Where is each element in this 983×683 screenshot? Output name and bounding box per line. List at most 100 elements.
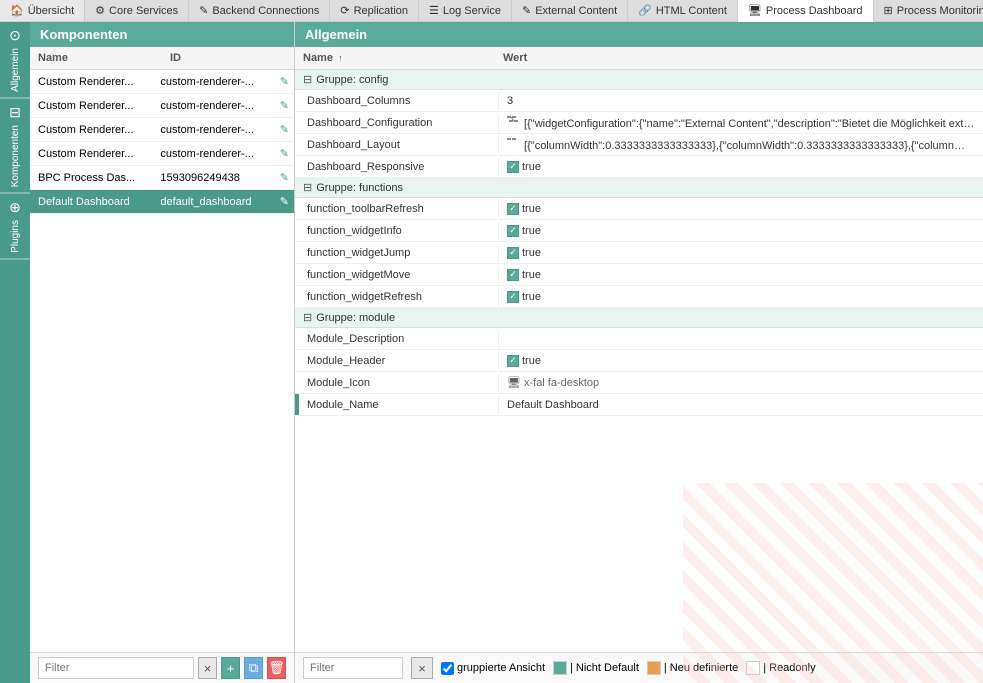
tab-process-dashboard[interactable]: 🖥 Process Dashboard (738, 0, 874, 22)
checkbox-true: ✓ true (507, 247, 541, 259)
check-icon: ✓ (507, 161, 519, 173)
right-col-name: Name ↑ (295, 50, 495, 66)
tab-bar: 🏠 Übersicht ⚙ Core Services ✎ Backend Co… (0, 0, 983, 22)
table-row[interactable]: Custom Renderer... custom-renderer-... ✎ (30, 142, 294, 166)
left-table-header: Name ID (30, 47, 294, 70)
left-delete-button[interactable]: 🗑 (267, 657, 286, 679)
neu-definierte-separator: | (664, 662, 667, 674)
tab-replication[interactable]: ⟳ Replication (330, 0, 419, 21)
checkbox-true: ✓ true (507, 355, 541, 367)
table-row[interactable]: Custom Renderer... custom-renderer-... ✎ (30, 118, 294, 142)
nav-item-allgemein[interactable]: Allgemein (10, 48, 21, 92)
main-container: ⊙ Allgemein ⊟ Komponenten ⊕ Plugins Komp… (0, 22, 983, 683)
data-row: Module_Icon 🖥 x-fal fa-desktop (295, 372, 983, 394)
nav-item-komponenten[interactable]: Komponenten (10, 125, 21, 187)
left-panel: Komponenten Name ID Custom Renderer... c… (30, 22, 295, 683)
monitor-icon: 🖥 x-fal fa-desktop (507, 376, 599, 389)
check-icon: ✓ (507, 203, 519, 215)
nicht-default-separator: | (570, 662, 573, 674)
table-row[interactable]: Custom Renderer... custom-renderer-... ✎ (30, 94, 294, 118)
content-area: Komponenten Name ID Custom Renderer... c… (30, 22, 983, 683)
check-icon: ✓ (507, 247, 519, 259)
left-filter-clear-button[interactable]: × (198, 657, 217, 679)
dashboard-icon: 🖥 (748, 4, 762, 17)
readonly-separator: | (763, 662, 766, 674)
html-icon: 🔗 (638, 4, 652, 17)
data-row: Module_Header ✓ true (295, 350, 983, 372)
checkbox-true: ✓ true (507, 269, 541, 281)
group-header-functions[interactable]: ⊟ Gruppe: functions (295, 178, 983, 198)
data-row: function_widgetInfo ✓ true (295, 220, 983, 242)
data-row: function_widgetJump ✓ true (295, 242, 983, 264)
tab-ubersicht[interactable]: 🏠 Übersicht (0, 0, 85, 21)
vertical-nav: ⊙ Allgemein ⊟ Komponenten ⊕ Plugins (0, 22, 30, 683)
replication-icon: ⟳ (340, 4, 349, 17)
data-row: Dashboard_Columns 3 (295, 90, 983, 112)
table-row[interactable]: BPC Process Das... 1593096249438 ✎ (30, 166, 294, 190)
nicht-default-box (553, 661, 567, 675)
grouped-checkbox[interactable] (441, 662, 454, 675)
left-bottom-bar: × + ⧉ 🗑 (30, 652, 294, 683)
checkbox-true: ✓ true (507, 225, 541, 237)
left-table-list: Custom Renderer... custom-renderer-... ✎… (30, 70, 294, 652)
sort-arrow-icon: ↑ (338, 53, 343, 63)
checkbox-true: ✓ true (507, 203, 541, 215)
right-table-header: Name ↑ Wert (295, 47, 983, 70)
checkbox-true: ✓ true (507, 161, 541, 173)
tab-process-monitoring[interactable]: ⊞ Process Monitoring (874, 0, 983, 21)
legend-grouped: gruppierte Ansicht (441, 662, 545, 675)
right-table-body: ⊟ Gruppe: config Dashboard_Columns 3 Das… (295, 70, 983, 652)
right-panel: Allgemein Name ↑ Wert ⊟ Gruppe: config D… (295, 22, 983, 683)
tab-html-content[interactable]: 🔗 HTML Content (628, 0, 738, 21)
left-filter-input[interactable] (38, 657, 194, 679)
monitoring-icon: ⊞ (884, 4, 893, 17)
legend-readonly: | Readonly (746, 661, 815, 675)
left-add-button[interactable]: + (221, 657, 240, 679)
group-header-module[interactable]: ⊟ Gruppe: module (295, 308, 983, 328)
data-row: function_widgetRefresh ✓ true (295, 286, 983, 308)
data-row: Dashboard_Responsive ✓ true (295, 156, 983, 178)
desktop-icon: 🖥 (507, 376, 521, 389)
komponenten-nav-icon: ⊟ (9, 104, 21, 121)
home-icon: 🏠 (10, 4, 24, 17)
collapse-icon[interactable]: ⊟ (303, 181, 312, 194)
collapse-icon[interactable]: ⊟ (303, 311, 312, 324)
left-col-id: ID (162, 50, 294, 66)
tab-backend-connections[interactable]: ✎ Backend Connections (189, 0, 330, 21)
data-row: Module_Name Default Dashboard (295, 394, 983, 416)
edit-icon: ✎ (199, 4, 208, 17)
right-col-value: Wert (495, 50, 983, 66)
check-icon: ✓ (507, 291, 519, 303)
log-icon: ☰ (429, 4, 439, 17)
right-filter-clear-button[interactable]: × (411, 657, 433, 679)
tab-core-services[interactable]: ⚙ Core Services (85, 0, 189, 21)
config-tree-icon (507, 115, 521, 127)
check-icon: ✓ (507, 225, 519, 237)
tab-external-content[interactable]: ✎ External Content (512, 0, 628, 21)
config-tree-icon-2 (507, 137, 521, 149)
allgemein-nav-icon: ⊙ (9, 27, 21, 44)
check-icon: ✓ (507, 269, 519, 281)
right-filter-input[interactable] (303, 657, 403, 679)
data-row: function_toolbarRefresh ✓ true (295, 198, 983, 220)
table-row[interactable]: Custom Renderer... custom-renderer-... ✎ (30, 70, 294, 94)
checkbox-true: ✓ true (507, 291, 541, 303)
neu-definierte-box (647, 661, 661, 675)
legend-nicht-default: | Nicht Default (553, 661, 639, 675)
gear-icon: ⚙ (95, 4, 105, 17)
right-panel-header: Allgemein (295, 22, 983, 47)
tab-log-service[interactable]: ☰ Log Service (419, 0, 512, 21)
left-col-name: Name (30, 50, 162, 66)
left-copy-button[interactable]: ⧉ (244, 657, 263, 679)
collapse-icon[interactable]: ⊟ (303, 73, 312, 86)
data-row: Dashboard_Configuration [{"widgetConfigu… (295, 112, 983, 134)
readonly-box (746, 661, 760, 675)
data-row: function_widgetMove ✓ true (295, 264, 983, 286)
table-row-selected[interactable]: Default Dashboard default_dashboard ✎ (30, 190, 294, 214)
data-row: Dashboard_Layout [{"columnWidth":0.33333… (295, 134, 983, 156)
nav-item-plugins[interactable]: Plugins (10, 220, 21, 253)
group-header-config[interactable]: ⊟ Gruppe: config (295, 70, 983, 90)
external-icon: ✎ (522, 4, 531, 17)
check-icon: ✓ (507, 355, 519, 367)
left-panel-header: Komponenten (30, 22, 294, 47)
